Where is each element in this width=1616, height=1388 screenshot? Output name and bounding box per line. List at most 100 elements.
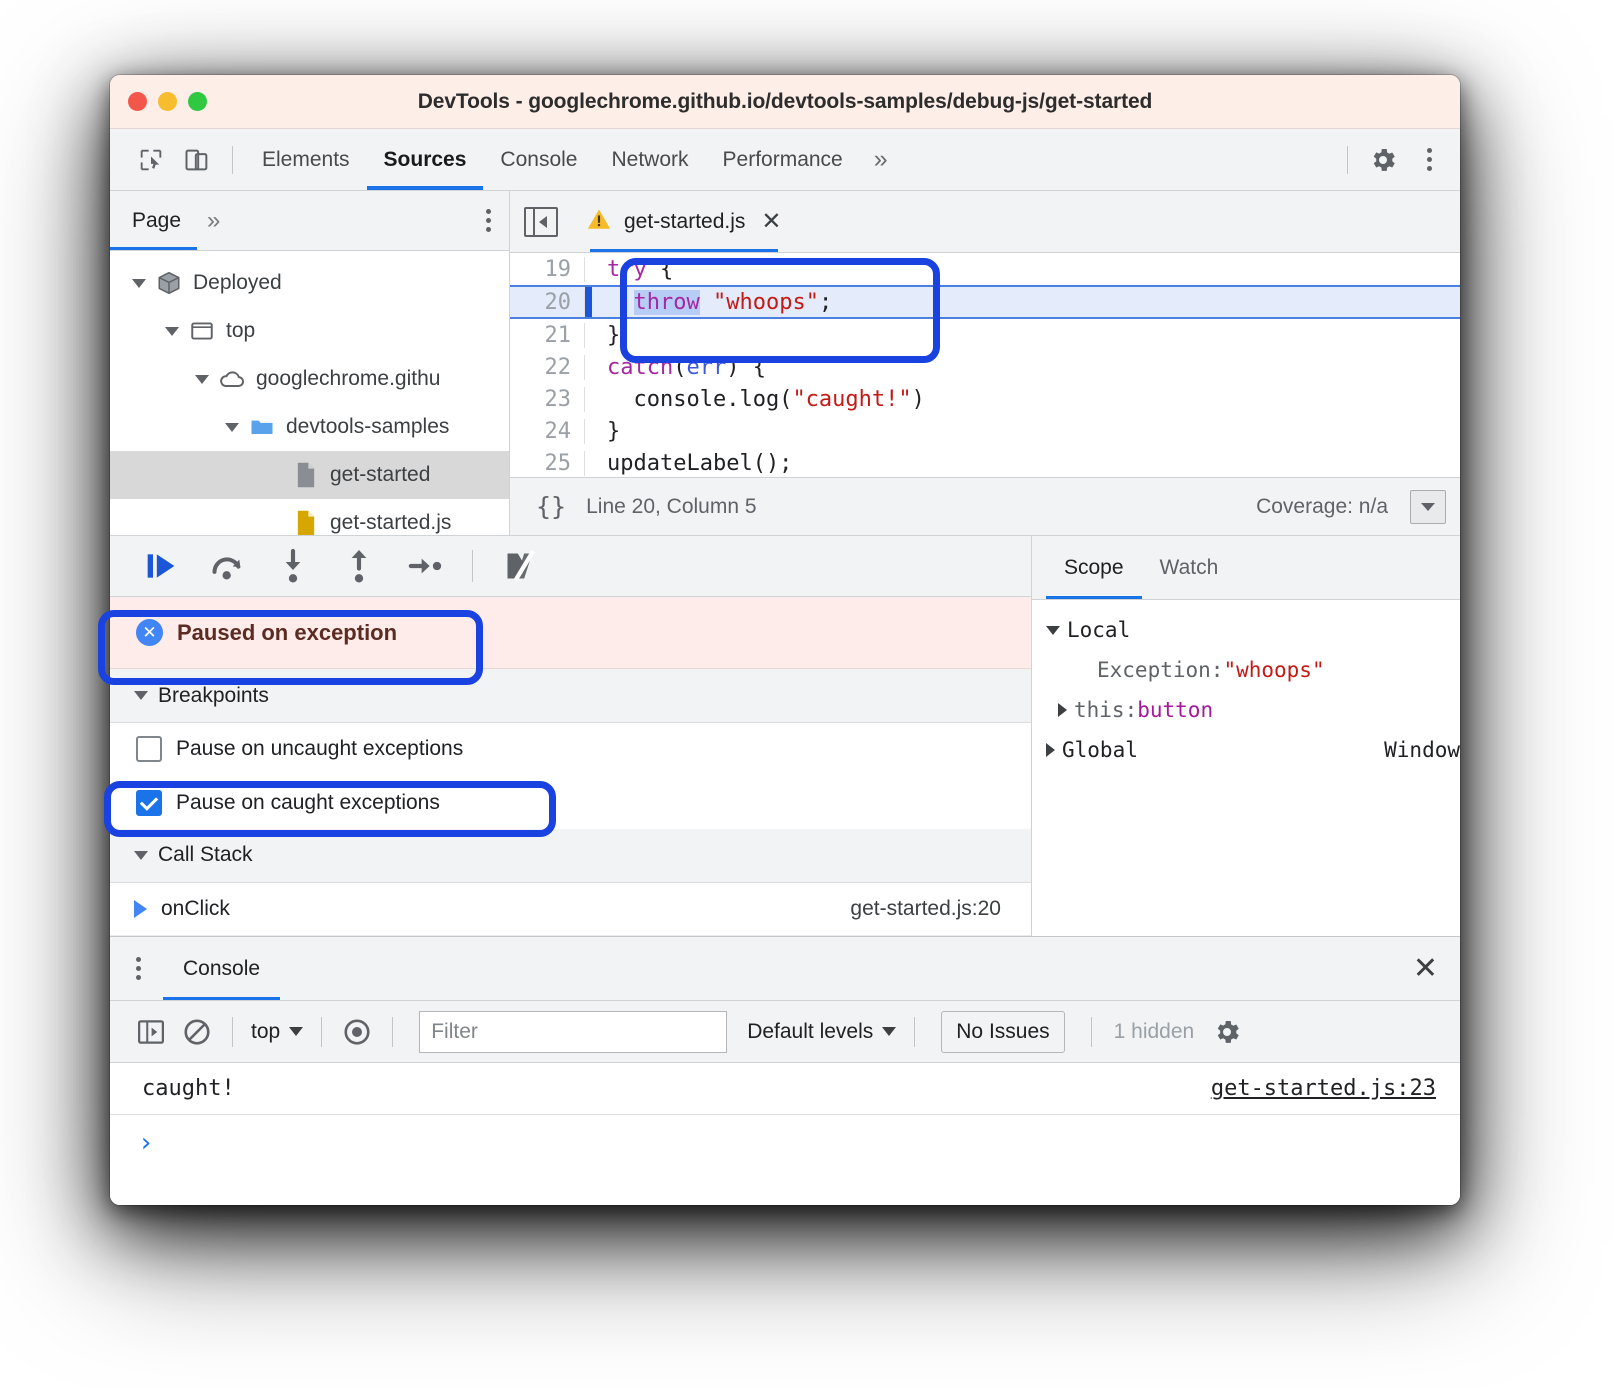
close-icon[interactable]: ✕ — [761, 209, 781, 234]
console-message-source-link[interactable]: get-started.js:23 — [1211, 1076, 1436, 1101]
collapse-caret-icon[interactable] — [134, 691, 148, 701]
chevron-down-box-icon[interactable] — [1410, 489, 1446, 524]
step-over-icon[interactable] — [194, 540, 260, 592]
coverage-status: Coverage: n/a — [1256, 494, 1388, 518]
expand-caret-icon[interactable] — [1058, 703, 1067, 717]
scope-row-this[interactable]: this : button — [1032, 690, 1460, 730]
pause-on-caught-exceptions-row[interactable]: Pause on caught exceptions — [110, 776, 1031, 830]
scope-row-local[interactable]: Local — [1032, 610, 1460, 650]
file-tree: Deployed top googlechrome.githu devtools… — [110, 251, 509, 535]
tab-sources[interactable]: Sources — [366, 129, 484, 190]
gear-icon[interactable] — [1360, 137, 1406, 183]
console-divider — [232, 1016, 233, 1047]
breakpoints-section-header[interactable]: Breakpoints — [110, 669, 1031, 723]
console-divider — [321, 1016, 323, 1047]
expand-caret-icon[interactable] — [165, 326, 179, 336]
console-prompt[interactable]: › — [110, 1115, 1460, 1171]
tree-item-domain[interactable]: googlechrome.githu — [110, 355, 509, 403]
tab-elements[interactable]: Elements — [245, 129, 367, 190]
editor-tabbar: get-started.js ✕ — [510, 191, 1460, 254]
editor-tab-get-started-js[interactable]: get-started.js ✕ — [580, 191, 788, 253]
tree-item-deployed[interactable]: Deployed — [110, 259, 509, 307]
toolbar-divider — [232, 145, 233, 174]
tab-network[interactable]: Network — [594, 129, 705, 190]
expand-caret-icon[interactable] — [1046, 625, 1060, 635]
expand-caret-icon[interactable] — [195, 374, 209, 384]
kebab-menu-icon[interactable] — [1406, 137, 1452, 183]
drawer-tab-console[interactable]: Console — [163, 937, 281, 1000]
drawer-menu-icon[interactable] — [136, 957, 141, 980]
console-filter-input[interactable]: Filter — [419, 1010, 728, 1053]
pause-on-uncaught-exceptions-row[interactable]: Pause on uncaught exceptions — [110, 722, 1031, 776]
active-frame-arrow-icon — [134, 899, 147, 918]
navigator-tab-page[interactable]: Page — [110, 191, 198, 251]
close-window-button[interactable] — [128, 92, 147, 111]
scope-row-exception[interactable]: Exception : "whoops" — [1032, 650, 1460, 690]
window-controls[interactable] — [128, 92, 207, 111]
resume-icon[interactable] — [128, 540, 194, 592]
more-panels-icon[interactable]: » — [860, 129, 902, 190]
collapse-caret-icon[interactable] — [134, 850, 148, 860]
kebab-dot — [136, 966, 141, 971]
line-code: throw "whoops"; — [633, 289, 833, 315]
maximize-window-button[interactable] — [188, 92, 207, 111]
debugger-divider — [472, 549, 473, 582]
pause-on-caught-label: Pause on caught exceptions — [176, 790, 440, 814]
step-out-icon[interactable] — [326, 540, 392, 592]
code-line: 21 } — [510, 319, 1460, 351]
paused-on-exception-banner: ✕ Paused on exception — [110, 596, 1031, 670]
execution-marker — [585, 287, 592, 318]
call-stack-section-header[interactable]: Call Stack — [110, 829, 1031, 883]
tab-performance[interactable]: Performance — [706, 129, 860, 190]
pause-on-caught-checkbox[interactable] — [136, 789, 162, 816]
console-sidebar-icon[interactable] — [128, 1010, 174, 1054]
drawer-tabbar: Console ✕ — [110, 937, 1460, 1001]
expand-caret-icon[interactable] — [132, 278, 146, 288]
tree-item-label: Deployed — [193, 271, 282, 295]
console-levels-selector[interactable]: Default levels — [741, 1020, 902, 1044]
navigator-panel: Page » Deployed top googlechrome.githu d… — [110, 191, 510, 535]
deactivate-breakpoints-icon[interactable] — [487, 540, 553, 592]
console-issues-button[interactable]: No Issues — [941, 1010, 1065, 1053]
code-line-executing: 20 throw "whoops"; — [510, 285, 1460, 320]
cursor-position: Line 20, Column 5 — [586, 494, 757, 518]
scope-value: Window — [1384, 738, 1460, 762]
tab-watch[interactable]: Watch — [1142, 536, 1237, 599]
code-line: 23 console.log("caught!") — [510, 383, 1460, 415]
tab-console[interactable]: Console — [483, 129, 594, 190]
live-expression-icon[interactable] — [334, 1010, 380, 1054]
pause-on-uncaught-checkbox[interactable] — [136, 736, 162, 763]
editor-panel: get-started.js ✕ 19 try { 20 throw "whoo… — [510, 191, 1460, 535]
expand-caret-icon[interactable] — [1046, 743, 1055, 757]
tree-item-get-started-js[interactable]: get-started.js — [110, 499, 509, 535]
step-icon[interactable] — [392, 540, 458, 592]
expand-caret-icon[interactable] — [225, 422, 239, 432]
inspect-cursor-icon[interactable] — [128, 137, 174, 183]
cloud-icon — [218, 365, 246, 393]
step-into-icon[interactable] — [260, 540, 326, 592]
show-navigator-icon[interactable] — [524, 206, 558, 237]
script-icon — [292, 509, 320, 535]
navigator-more-icon[interactable]: » — [197, 207, 230, 235]
pause-exception-icon: ✕ — [136, 619, 163, 647]
navigator-menu-icon[interactable] — [486, 209, 491, 233]
code-editor[interactable]: 19 try { 20 throw "whoops"; 21 } 22 catc… — [510, 253, 1460, 478]
gear-icon[interactable] — [1204, 1010, 1250, 1054]
console-message: caught! get-started.js:23 — [110, 1063, 1460, 1115]
navigator-tabbar: Page » — [110, 191, 509, 252]
device-toolbar-icon[interactable] — [174, 137, 220, 183]
console-context-selector[interactable]: top — [245, 1020, 309, 1044]
tree-item-folder[interactable]: devtools-samples — [110, 403, 509, 451]
tree-item-top[interactable]: top — [110, 307, 509, 355]
tab-scope[interactable]: Scope — [1046, 536, 1142, 599]
line-number: 24 — [510, 418, 585, 444]
close-icon[interactable]: ✕ — [1413, 953, 1438, 984]
kebab-dot — [1426, 157, 1432, 162]
scope-row-global[interactable]: Global Window — [1032, 730, 1460, 770]
call-stack-frame[interactable]: onClick get-started.js:20 — [110, 882, 1031, 936]
code-line: 22 catch(err) { — [510, 351, 1460, 383]
pretty-print-braces-icon[interactable]: {} — [536, 492, 566, 521]
clear-console-icon[interactable] — [174, 1010, 220, 1054]
tree-item-get-started[interactable]: get-started — [110, 451, 509, 500]
minimize-window-button[interactable] — [158, 92, 177, 111]
